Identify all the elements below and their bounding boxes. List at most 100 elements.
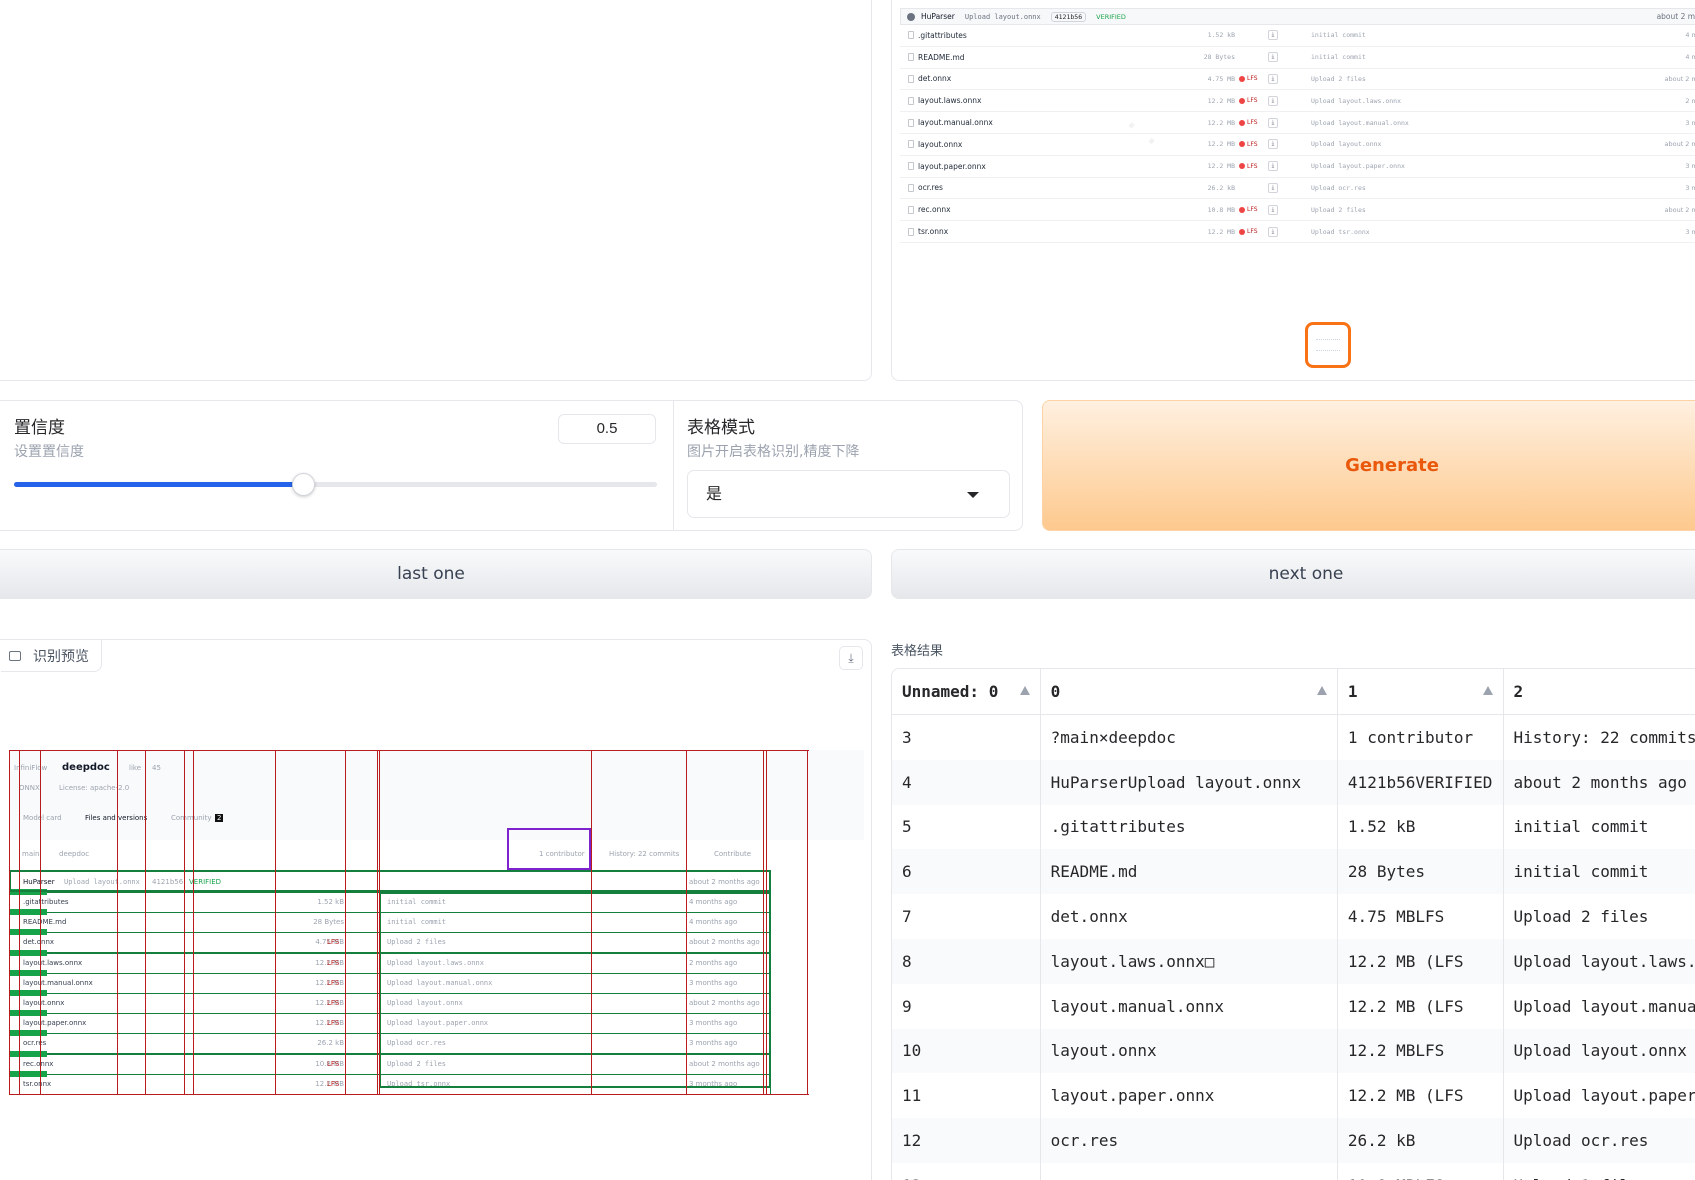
table-cell[interactable]: 4.75 MBLFS xyxy=(1338,894,1504,939)
table-cell[interactable]: 12.2 MBLFS xyxy=(1338,1028,1504,1074)
table-cell[interactable]: 10.8 MBLFS xyxy=(1338,1162,1504,1180)
table-cell[interactable]: initial commit xyxy=(1504,849,1695,894)
detection-label xyxy=(9,929,47,936)
column-header[interactable]: 1 xyxy=(1338,669,1504,714)
table-cell[interactable]: 11 xyxy=(892,1073,1041,1119)
table-row: 8 layout.laws.onnx□ 12.2 MB (LFS Upload lay… xyxy=(892,938,1695,984)
table-cell[interactable]: .gitattributes xyxy=(1041,804,1338,850)
file-name: rec.onnx xyxy=(918,205,951,215)
confidence-slider[interactable] xyxy=(14,473,657,496)
repo-name: deepdoc xyxy=(62,762,110,773)
table-cell[interactable]: HuParserUpload layout.onnx xyxy=(1041,759,1338,805)
table-cell[interactable]: 10 xyxy=(892,1028,1041,1074)
table-cell[interactable]: 12.2 MB (LFS xyxy=(1338,938,1504,984)
table-cell[interactable]: Upload 2 files xyxy=(1504,1163,1695,1180)
detection-label xyxy=(9,909,47,916)
table-cell[interactable]: Upload layout.onnx xyxy=(1504,1029,1695,1074)
next-one-button[interactable]: next one xyxy=(891,549,1695,599)
table-cell[interactable]: 9 xyxy=(892,983,1041,1029)
table-cell[interactable]: Upload layout.laws.onnx xyxy=(1504,939,1695,984)
table-cell[interactable]: 6 xyxy=(892,849,1041,895)
table-cell[interactable]: rec.onnx xyxy=(1041,1162,1338,1180)
table-cell[interactable]: 12.2 MB (LFS xyxy=(1338,1073,1504,1119)
commit-message: Upload layout.onnx xyxy=(964,12,1041,21)
sort-icon[interactable] xyxy=(1482,686,1493,695)
file-row: rec.onnx 10.8 MB LFS ⤓ Upload 2 files about 2… xyxy=(900,199,1695,222)
last-one-button[interactable]: last one xyxy=(0,549,872,599)
table-cell[interactable]: 1 contributor xyxy=(1338,715,1504,760)
file-name: .gitattributes xyxy=(918,30,967,40)
detection-label xyxy=(9,1070,47,1077)
table-row: 7 det.onnx 4.75 MBLFS Upload 2 files xyxy=(892,894,1695,939)
table-cell[interactable]: 13 xyxy=(892,1162,1041,1180)
tab-community: Community xyxy=(171,814,212,822)
confidence-label: 置信度 xyxy=(14,418,65,438)
commit-message: initial commit xyxy=(1311,53,1366,62)
file-name: ocr.res xyxy=(918,183,943,193)
file-icon xyxy=(908,96,914,105)
file-size: 4.75 MB xyxy=(1207,74,1235,83)
file-icon xyxy=(908,74,914,83)
file-name: layout.laws.onnx xyxy=(918,96,982,106)
commit-ago: about 2 months xyxy=(1656,12,1695,21)
table-cell[interactable]: Upload layout.paper.onnx xyxy=(1504,1073,1695,1118)
table-row: 12 ocr.res 26.2 kB Upload ocr.res xyxy=(892,1118,1695,1163)
onnx-tag: ONNX xyxy=(19,784,40,792)
table-cell[interactable]: 8 xyxy=(892,938,1041,984)
column-header[interactable]: 0 xyxy=(1041,669,1338,714)
commit-sha: 4121b56 xyxy=(1050,11,1087,22)
table-cell[interactable]: README.md xyxy=(1041,849,1338,895)
file-icon xyxy=(908,140,914,149)
column-header-label: 1 xyxy=(1347,682,1358,701)
lfs-badge: LFS xyxy=(1239,163,1258,170)
table-cell[interactable]: Upload ocr.res xyxy=(1504,1118,1695,1163)
detection-label xyxy=(9,1010,47,1017)
detection-label xyxy=(9,1050,47,1057)
table-cell[interactable]: History: 22 commits xyxy=(1504,715,1695,760)
table-cell[interactable]: about 2 months ago xyxy=(1504,760,1695,805)
table-cell[interactable]: 5 xyxy=(892,804,1041,850)
table-cell[interactable]: Upload layout.manual.onnx xyxy=(1504,984,1695,1029)
detection-label xyxy=(9,949,47,956)
table-cell[interactable]: 1.52 kB xyxy=(1338,804,1504,850)
column-separator xyxy=(345,750,346,1095)
table-cell[interactable]: 7 xyxy=(892,894,1041,939)
table-cell[interactable]: ?main×deepdoc xyxy=(1041,715,1338,760)
download-button[interactable]: ⤓ xyxy=(839,646,863,670)
table-cell[interactable]: layout.paper.onnx xyxy=(1041,1073,1338,1119)
table-cell[interactable]: layout.laws.onnx□ xyxy=(1041,938,1338,984)
gallery-panel: HuParser Upload layout.onnx 4121b56 VERI… xyxy=(891,0,1695,381)
table-cell[interactable]: 4121b56VERIFIED xyxy=(1338,759,1504,805)
lfs-badge: LFS xyxy=(1239,75,1258,82)
table-cell[interactable]: 12.2 MB (LFS xyxy=(1338,983,1504,1029)
table-cell[interactable]: 4 xyxy=(892,759,1041,805)
table-mode-dropdown[interactable]: 是 xyxy=(687,470,1010,518)
file-name: README.md xyxy=(918,52,965,62)
table-cell[interactable]: 28 Bytes xyxy=(1338,849,1504,895)
table-cell[interactable]: layout.onnx xyxy=(1041,1028,1338,1074)
table-cell[interactable]: det.onnx xyxy=(1041,894,1338,939)
selected-thumbnail[interactable] xyxy=(1305,322,1351,368)
like-label: like xyxy=(129,764,142,772)
table-cell[interactable]: 12 xyxy=(892,1118,1041,1163)
file-icon xyxy=(908,183,914,192)
sort-icon[interactable] xyxy=(1316,686,1327,695)
slider-handle[interactable] xyxy=(292,473,316,496)
annotated-preview-image: InfiniFlow deepdoc like 45 ONNX License:… xyxy=(9,750,864,1124)
column-header[interactable]: Unnamed: 0 xyxy=(892,669,1041,714)
commit-date: 3 months xyxy=(1685,162,1695,171)
preview-label: 识别预览 xyxy=(1,640,102,672)
table-cell[interactable]: layout.manual.onnx xyxy=(1041,983,1338,1029)
table-cell[interactable]: Upload 2 files xyxy=(1504,894,1695,939)
lfs-badge: LFS xyxy=(1239,119,1258,126)
confidence-number-input[interactable]: 0.5 xyxy=(558,414,656,444)
table-cell[interactable]: 3 xyxy=(892,715,1041,760)
column-header[interactable]: 2 xyxy=(1504,669,1695,714)
generate-button[interactable]: Generate xyxy=(1042,400,1695,531)
sort-icon[interactable] xyxy=(1019,686,1030,695)
table-cell[interactable]: initial commit xyxy=(1504,805,1695,850)
table-cell[interactable]: ocr.res xyxy=(1041,1118,1338,1163)
commit-date: about 2 months xyxy=(1664,140,1695,149)
table-cell[interactable]: 26.2 kB xyxy=(1338,1118,1504,1163)
uploaded-image-file-list: HuParser Upload layout.onnx 4121b56 VERI… xyxy=(900,8,1695,243)
